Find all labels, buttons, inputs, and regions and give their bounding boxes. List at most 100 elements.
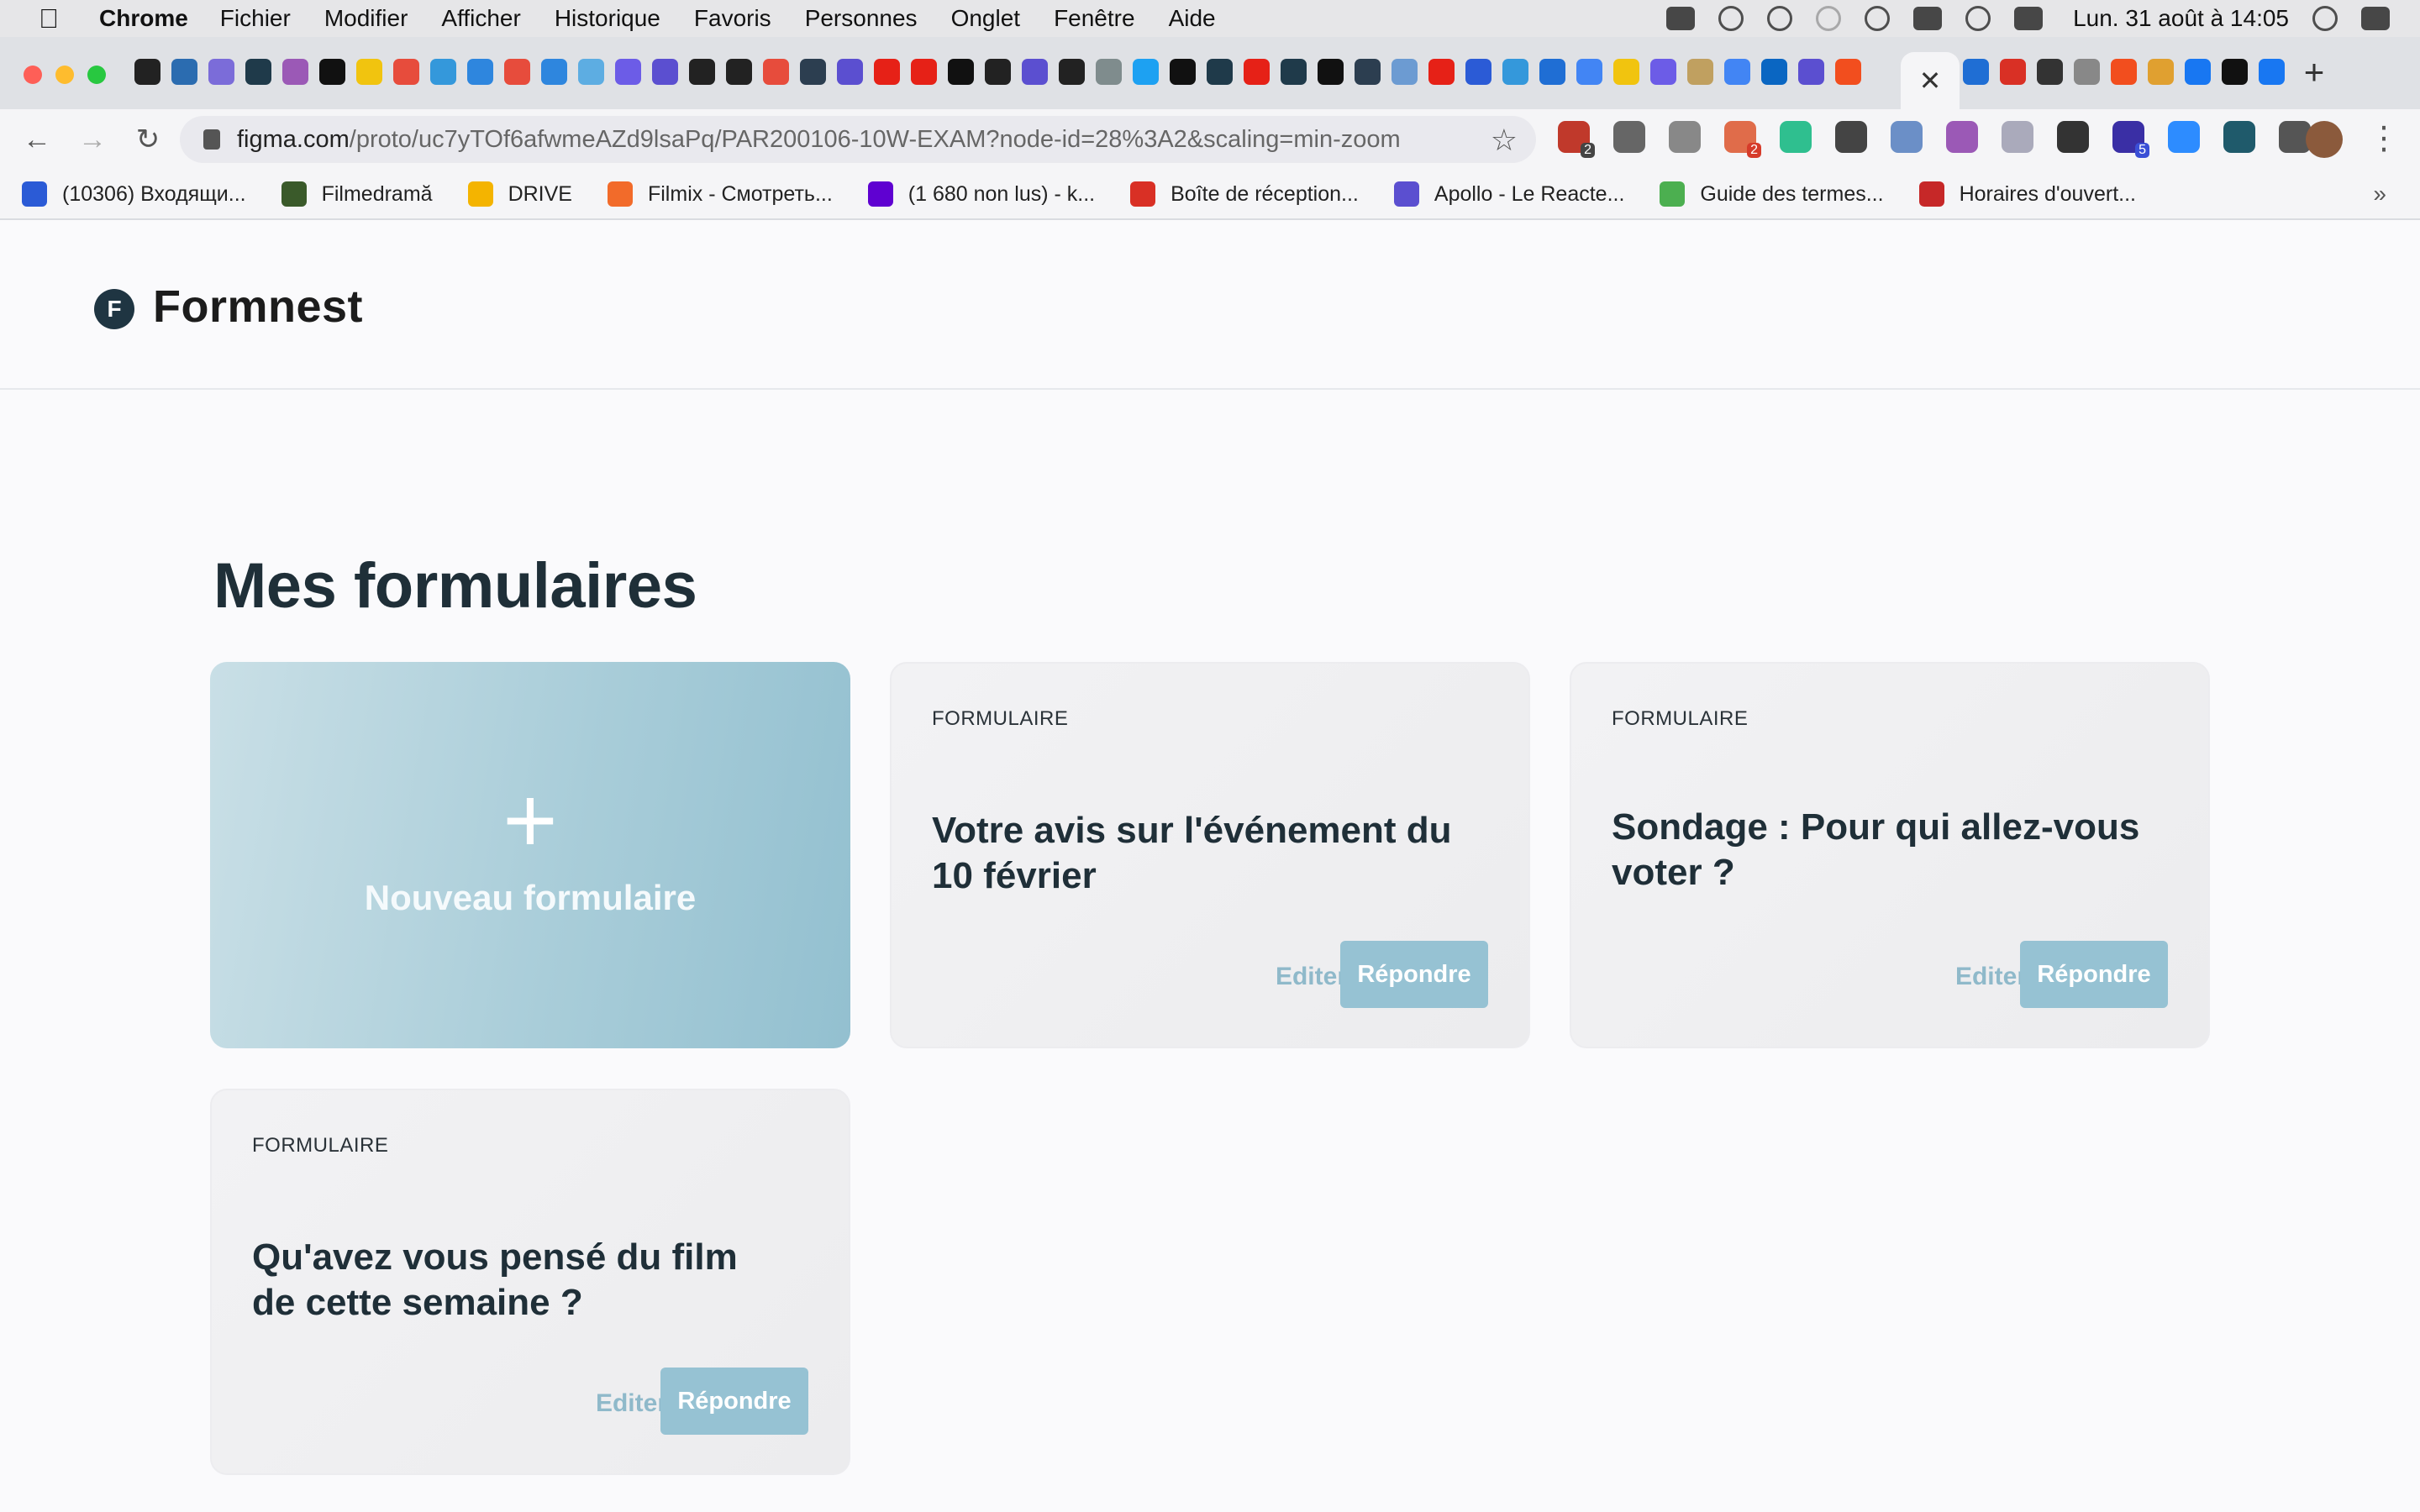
extension-icon[interactable] (1891, 121, 1923, 153)
extension-icon[interactable] (2002, 121, 2033, 153)
tab-favicon[interactable] (1650, 59, 1676, 85)
tab-favicon[interactable] (2074, 59, 2100, 85)
volume-icon[interactable] (1965, 6, 1991, 31)
reply-button[interactable]: Répondre (1340, 941, 1488, 1008)
menu-fichier[interactable]: Fichier (220, 5, 291, 32)
reload-button[interactable]: ↻ (129, 121, 166, 158)
bookmark-item[interactable]: Filmix - Смотреть... (607, 181, 833, 207)
tab-favicon[interactable] (689, 59, 715, 85)
bookmark-item[interactable]: Filmedramă (281, 181, 433, 207)
profile-avatar[interactable] (2306, 121, 2343, 158)
menu-aide[interactable]: Aide (1169, 5, 1216, 32)
extension-icon[interactable]: 2 (1724, 121, 1761, 158)
tab-favicon[interactable] (134, 59, 160, 85)
bookmark-item[interactable]: Horaires d'ouvert... (1918, 181, 2136, 207)
tab-favicon[interactable] (1281, 59, 1307, 85)
react-devtools-icon[interactable] (2223, 121, 2255, 153)
extension-icon[interactable]: 5 (2112, 121, 2149, 158)
url-text[interactable]: figma.com/proto/uc7yTOf6afwmeAZd9lsaPq/P… (237, 126, 1401, 154)
tab-favicon[interactable] (171, 59, 197, 85)
chrome-menu-icon[interactable]: ⋮ (2368, 119, 2400, 157)
json-extension-icon[interactable] (1835, 121, 1867, 153)
tab-favicon[interactable] (430, 59, 456, 85)
menu-favoris[interactable]: Favoris (694, 5, 771, 32)
bookmarks-overflow-button[interactable]: » (2373, 181, 2386, 207)
window-minimize-button[interactable] (55, 66, 74, 84)
tab-favicon[interactable] (1465, 59, 1491, 85)
apple-menu-icon[interactable]:  (30, 0, 67, 37)
bookmark-item[interactable]: Boîte de réception... (1130, 181, 1359, 207)
tab-favicon[interactable] (1761, 59, 1787, 85)
notification-center-icon[interactable] (2361, 7, 2390, 30)
tab-favicon[interactable] (1724, 59, 1750, 85)
bookmark-item[interactable]: Guide des termes... (1660, 181, 1884, 207)
tab-favicon[interactable] (2185, 59, 2211, 85)
menubar-clock[interactable]: Lun. 31 août à 14:05 (2073, 5, 2289, 32)
reply-button[interactable]: Répondre (2020, 941, 2168, 1008)
tab-favicon[interactable] (319, 59, 345, 85)
tab-favicon[interactable] (2222, 59, 2248, 85)
spotlight-search-icon[interactable] (2312, 6, 2338, 31)
bookmark-star-icon[interactable]: ☆ (1491, 123, 1518, 158)
tab-favicon[interactable] (467, 59, 493, 85)
menu-afficher[interactable]: Afficher (441, 5, 520, 32)
bookmark-item[interactable]: (1 680 non lus) - k... (867, 181, 1095, 207)
lock-icon[interactable] (203, 129, 220, 150)
bluetooth-icon[interactable] (1816, 6, 1842, 31)
logo-icon[interactable]: F (94, 289, 134, 329)
close-tab-icon[interactable]: ✕ (1919, 65, 1942, 97)
tab-favicon[interactable] (948, 59, 974, 85)
hummingbird-extension-icon[interactable] (1780, 121, 1812, 153)
tab-favicon[interactable] (1133, 59, 1159, 85)
ruler-extension-icon[interactable] (1669, 121, 1701, 153)
edit-button[interactable]: Editer (1955, 963, 2027, 991)
new-form-card[interactable]: + Nouveau formulaire (210, 662, 850, 1048)
tab-favicon[interactable] (1798, 59, 1824, 85)
address-bar[interactable]: figma.com/proto/uc7yTOf6afwmeAZd9lsaPq/P… (180, 116, 1536, 163)
tab-favicon[interactable] (1576, 59, 1602, 85)
menu-historique[interactable]: Historique (555, 5, 660, 32)
forward-button[interactable]: → (74, 121, 111, 158)
menu-modifier[interactable]: Modifier (324, 5, 408, 32)
app-name[interactable]: Formnest (153, 281, 363, 333)
tab-favicon[interactable] (1392, 59, 1418, 85)
tab-favicon[interactable] (615, 59, 641, 85)
eyedropper-extension-icon[interactable] (1613, 121, 1645, 153)
adblock-extension-icon[interactable]: 2 (1558, 121, 1595, 158)
wifi-icon[interactable] (1865, 6, 1891, 31)
tab-favicon[interactable] (578, 59, 604, 85)
tab-favicon[interactable] (874, 59, 900, 85)
tab-favicon[interactable] (356, 59, 382, 85)
window-zoom-button[interactable] (87, 66, 106, 84)
tab-favicon[interactable] (2037, 59, 2063, 85)
tab-favicon[interactable] (1207, 59, 1233, 85)
tab-favicon[interactable] (2111, 59, 2137, 85)
tab-favicon[interactable] (1244, 59, 1270, 85)
tab-favicon[interactable] (985, 59, 1011, 85)
edit-button[interactable]: Editer (1276, 963, 1347, 991)
menu-fenetre[interactable]: Fenêtre (1054, 5, 1135, 32)
tab-favicon[interactable] (1539, 59, 1565, 85)
menu-onglet[interactable]: Onglet (951, 5, 1021, 32)
tab-favicon[interactable] (1963, 59, 1989, 85)
zoom-extension-icon[interactable] (2168, 121, 2200, 153)
image-extension-icon[interactable] (2057, 121, 2089, 153)
bookmark-item[interactable]: DRIVE (467, 181, 572, 207)
tab-favicon[interactable] (504, 59, 530, 85)
tab-favicon[interactable] (1502, 59, 1528, 85)
tab-favicon[interactable] (282, 59, 308, 85)
battery-icon[interactable] (2014, 7, 2044, 30)
tab-favicon[interactable] (763, 59, 789, 85)
tab-favicon[interactable] (1835, 59, 1861, 85)
tab-favicon[interactable] (1355, 59, 1381, 85)
tab-favicon[interactable] (2000, 59, 2026, 85)
menu-app-name[interactable]: Chrome (99, 5, 188, 32)
tab-favicon[interactable] (1059, 59, 1085, 85)
reply-button[interactable]: Répondre (660, 1368, 808, 1435)
tab-favicon[interactable] (541, 59, 567, 85)
tab-favicon[interactable] (1428, 59, 1455, 85)
tab-favicon[interactable] (1687, 59, 1713, 85)
tab-favicon[interactable] (245, 59, 271, 85)
time-machine-icon[interactable] (1767, 6, 1793, 31)
menu-personnes[interactable]: Personnes (805, 5, 918, 32)
